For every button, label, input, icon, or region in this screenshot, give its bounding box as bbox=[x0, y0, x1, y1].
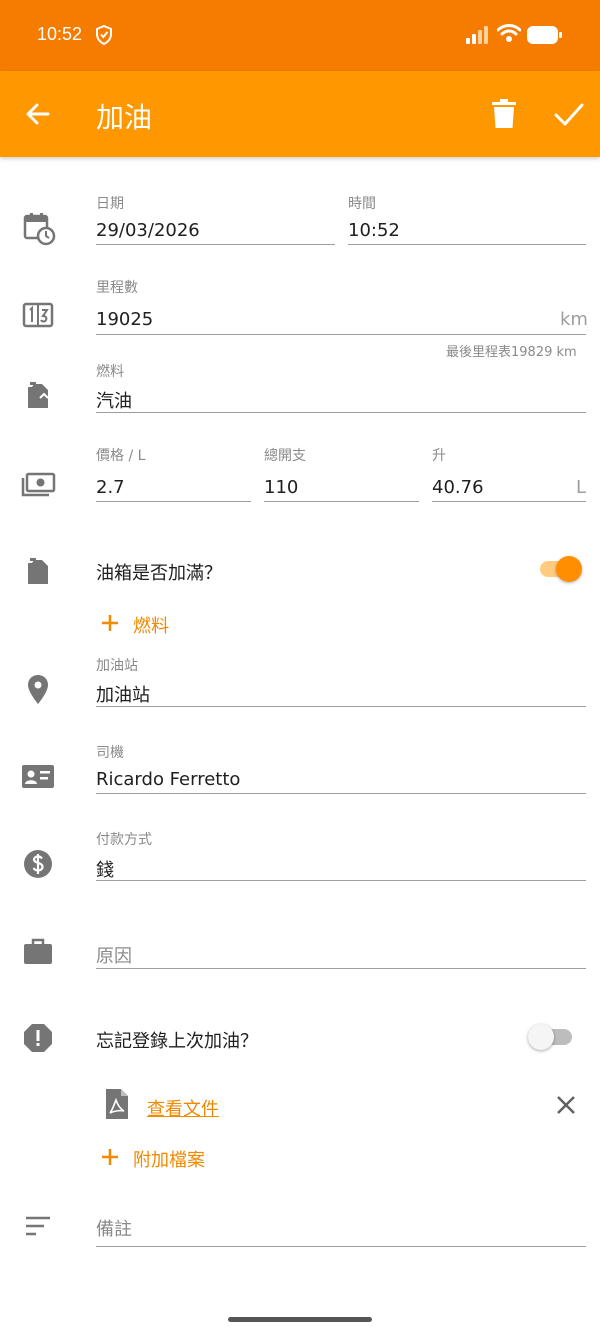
price-underline bbox=[96, 501, 251, 502]
money-icon bbox=[21, 472, 56, 497]
date-underline bbox=[96, 244, 335, 245]
signal-icon bbox=[466, 26, 488, 44]
save-check-icon[interactable] bbox=[553, 99, 585, 129]
price-label: 價格 / L bbox=[96, 448, 146, 464]
fuel-can-icon bbox=[28, 382, 49, 408]
payment-label: 付款方式 bbox=[96, 832, 152, 848]
back-arrow-icon[interactable] bbox=[22, 98, 54, 130]
status-bar: 10:52 bbox=[0, 0, 600, 71]
fuel-can-icon bbox=[28, 558, 48, 584]
liters-unit: L bbox=[576, 477, 587, 498]
total-label: 總開支 bbox=[264, 448, 306, 464]
liters-label: 升 bbox=[432, 448, 446, 464]
total-underline bbox=[264, 501, 419, 502]
fuel-value[interactable]: 汽油 bbox=[96, 387, 132, 413]
plus-icon[interactable] bbox=[100, 613, 120, 633]
odometer-icon bbox=[22, 302, 54, 328]
station-label: 加油站 bbox=[96, 658, 138, 674]
location-pin-icon bbox=[28, 675, 48, 704]
reason-underline bbox=[96, 968, 586, 969]
battery-icon bbox=[527, 26, 562, 44]
notes-underline bbox=[96, 1246, 586, 1247]
date-value[interactable]: 29/03/2026 bbox=[96, 220, 200, 241]
full-tank-label: 油箱是否加滿？ bbox=[96, 563, 222, 584]
plus-icon[interactable] bbox=[100, 1147, 120, 1167]
total-value[interactable]: 110 bbox=[264, 477, 298, 498]
shield-icon bbox=[96, 25, 112, 45]
attach-file-button[interactable]: 附加檔案 bbox=[133, 1146, 205, 1172]
time-underline bbox=[348, 244, 586, 245]
mileage-value[interactable]: 19025 bbox=[96, 309, 153, 330]
view-document-link[interactable]: 查看文件 bbox=[147, 1095, 219, 1121]
station-value[interactable]: 加油站 bbox=[96, 681, 150, 707]
home-indicator[interactable] bbox=[228, 1317, 372, 1322]
liters-underline bbox=[432, 501, 586, 502]
station-underline bbox=[96, 706, 586, 707]
briefcase-icon bbox=[24, 938, 52, 964]
calendar-clock-icon bbox=[23, 213, 56, 246]
app-bar: 加油 bbox=[0, 71, 600, 157]
forgot-last-label: 忘記登錄上次加油？ bbox=[96, 1031, 258, 1052]
driver-value[interactable]: Ricardo Ferretto bbox=[96, 769, 240, 790]
reason-input[interactable]: 原因 bbox=[96, 942, 132, 968]
mileage-label: 里程數 bbox=[96, 280, 138, 296]
liters-value[interactable]: 40.76 bbox=[432, 477, 484, 498]
date-label: 日期 bbox=[96, 196, 124, 212]
notes-input[interactable]: 備註 bbox=[96, 1215, 132, 1241]
page-title: 加油 bbox=[96, 101, 153, 134]
time-value[interactable]: 10:52 bbox=[348, 220, 400, 241]
close-icon[interactable] bbox=[555, 1094, 577, 1116]
payment-underline bbox=[96, 880, 586, 881]
last-odometer-helper: 最後里程表19829 km bbox=[446, 345, 577, 360]
delete-icon[interactable] bbox=[490, 99, 518, 129]
fuel-label: 燃料 bbox=[96, 364, 124, 380]
driver-label: 司機 bbox=[96, 745, 124, 761]
mileage-unit: km bbox=[560, 309, 588, 330]
price-value[interactable]: 2.7 bbox=[96, 477, 125, 498]
fuel-underline bbox=[96, 412, 586, 413]
mileage-underline bbox=[96, 334, 586, 335]
driver-underline bbox=[96, 793, 586, 794]
dollar-icon bbox=[24, 850, 52, 878]
alert-octagon-icon bbox=[24, 1024, 52, 1052]
pdf-file-icon bbox=[106, 1089, 128, 1119]
status-time: 10:52 bbox=[37, 24, 83, 44]
wifi-icon bbox=[497, 24, 521, 42]
add-fuel-button[interactable]: 燃料 bbox=[133, 612, 169, 638]
driver-card-icon bbox=[22, 765, 54, 788]
time-label: 時間 bbox=[348, 196, 376, 212]
payment-value[interactable]: 錢 bbox=[96, 856, 114, 882]
notes-icon bbox=[26, 1216, 50, 1236]
